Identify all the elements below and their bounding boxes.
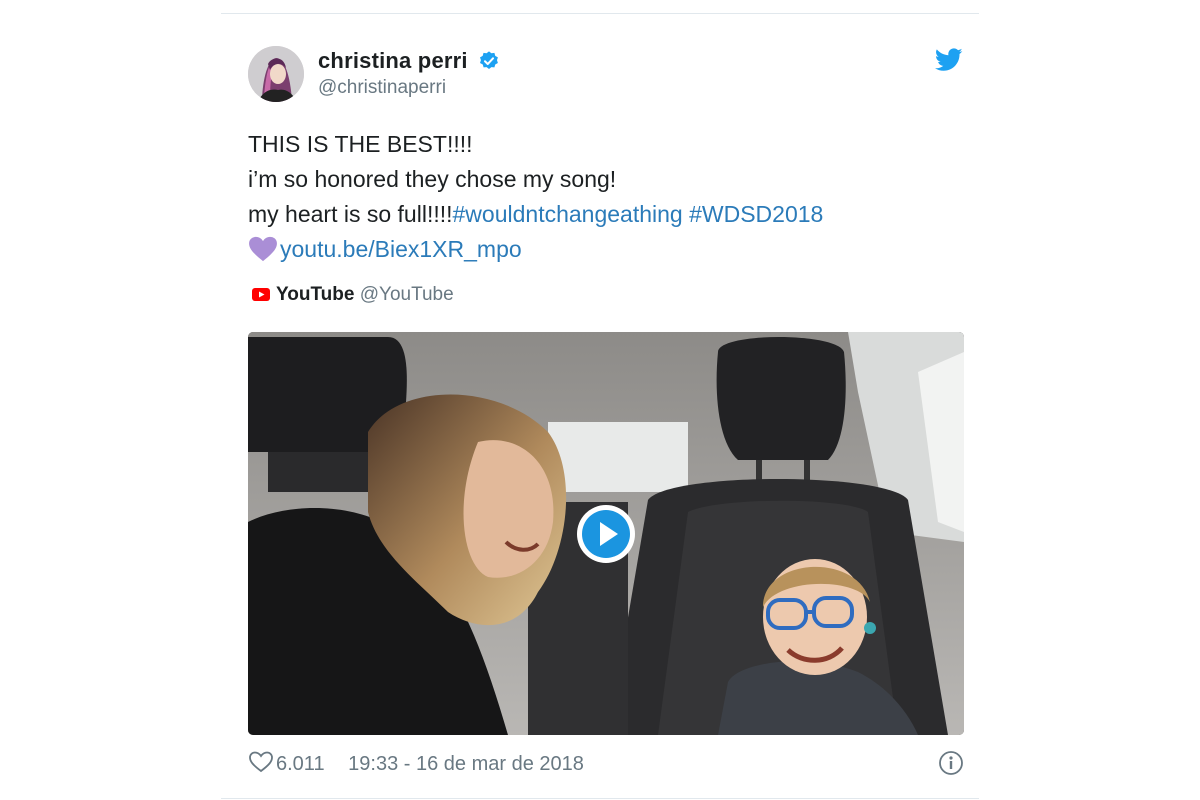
tweet-timestamp[interactable]: 19:33 - 16 de mar de 2018	[348, 753, 584, 775]
card-source[interactable]: YouTube @YouTube	[252, 284, 454, 306]
verified-badge-icon	[480, 51, 499, 69]
purple-heart-icon	[249, 236, 277, 262]
youtube-icon	[252, 288, 270, 301]
hashtag-links[interactable]: #wouldntchangeathing #WDSD2018	[453, 201, 824, 227]
tweet-line-4: youtu.be/Biex1XR_mpo	[248, 232, 948, 267]
card-source-handle: @YouTube	[359, 284, 454, 305]
avatar-photo	[248, 46, 304, 102]
tweet-footer: 6.011 19:33 - 16 de mar de 2018	[248, 751, 964, 776]
twitter-bird-icon[interactable]	[935, 48, 963, 72]
author-name[interactable]: christina perri	[318, 48, 468, 74]
tweet-line-1: THIS IS THE BEST!!!!	[248, 131, 473, 157]
video-thumbnail[interactable]	[248, 332, 964, 735]
embedded-tweet: christina perri @christinaperri THIS IS …	[221, 13, 979, 799]
tweet-line-3-text: my heart is so full!!!!	[248, 201, 453, 227]
author-block: christina perri @christinaperri	[318, 48, 500, 99]
like-count[interactable]: 6.011	[276, 753, 325, 775]
author-handle[interactable]: @christinaperri	[318, 77, 500, 99]
youtube-url-link[interactable]: youtu.be/Biex1XR_mpo	[280, 236, 522, 262]
tweet-line-3: my heart is so full!!!!#wouldntchangeath…	[248, 197, 948, 232]
info-icon[interactable]	[938, 750, 964, 776]
author-avatar[interactable]	[248, 46, 304, 102]
tweet-text: THIS IS THE BEST!!!! i’m so honored they…	[248, 127, 948, 267]
card-source-name: YouTube	[276, 284, 355, 305]
tweet-line-2: i’m so honored they chose my song!	[248, 166, 617, 192]
play-icon[interactable]	[575, 503, 637, 565]
heart-like-icon[interactable]	[248, 751, 274, 773]
